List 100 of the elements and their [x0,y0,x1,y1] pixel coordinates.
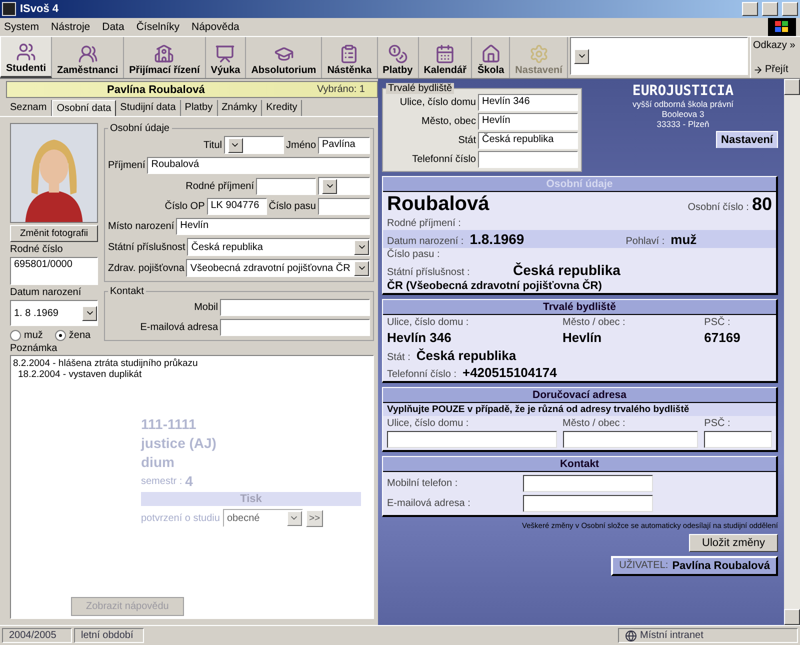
field-label: Číslo pasu [268,201,316,212]
field-label: Ulice, číslo domu : [387,317,470,328]
field-label: Státní příslušnost [108,242,186,252]
school-icon [154,44,174,64]
input-field[interactable] [220,299,370,316]
tab[interactable]: Kredity [262,100,302,116]
dropdown[interactable]: Česká republika [187,238,370,256]
radio-option[interactable]: muž [10,330,43,341]
input-field[interactable] [478,151,578,168]
state-value: Česká republika [416,348,516,363]
menu-item[interactable]: Data [102,21,124,33]
print-header: Tisk [141,492,361,506]
input-field[interactable]: Hevlín 346 [478,94,578,111]
input-field[interactable] [523,495,653,512]
dropdown[interactable] [318,177,370,195]
tab[interactable]: Osobní data [52,100,116,116]
toolbar-button[interactable]: Zaměstnanci [52,37,124,78]
input-field[interactable] [256,178,316,194]
field-label: Datum narození [10,287,82,298]
field-label: Zdrav. pojišťovna [108,262,184,274]
menu-item[interactable]: Nápověda [192,21,240,33]
date-dropdown[interactable]: 1. 8 .1969 [10,300,98,326]
note-label: Poznámka [9,342,58,354]
input-field[interactable]: LK 904776 [206,198,267,215]
address-value: Hevlín 346 [387,330,452,345]
note-field[interactable]: 8.2.2004 - hlášena ztráta studijního průkazu 18.2.2004 - vystaven duplikát 111-1111 justice (AJ) dium semestr : 4 Tisk potvrzení o studiu obecné >> Zobrazit nápovědu [10,355,374,619]
scrollbar[interactable] [784,79,800,625]
school-year: 2004/2005 [2,628,72,643]
field-label: Rodné příjmení : [387,218,461,229]
school-address: 33333 - Plzeň [656,119,710,129]
dropdown[interactable]: obecné [222,509,303,527]
input-field[interactable] [704,431,772,448]
record-name: Pavlína Roubalová [107,84,205,96]
input-field[interactable]: Česká republika [478,132,578,149]
field-label: Datum narození : [387,236,464,247]
dropdown[interactable]: Všeobecná zdravotní pojišťovna ČR [186,259,370,277]
toolbar-button[interactable]: Přijímací řízení [124,37,206,78]
study-field: justice (AJ) [141,435,216,451]
radio-label: muž [24,330,43,341]
note-line: 18.2.2004 - vystaven duplikát [17,369,143,380]
settings-tab[interactable]: Nastavení [716,131,778,148]
field-label: PSČ : [704,317,732,328]
input-field[interactable] [220,319,370,336]
card-header: Doručovací adresa [383,388,776,403]
radio-option[interactable]: žena [54,330,91,341]
toolbar-button[interactable]: Kalendář [418,37,472,78]
semester-label: semestr : [141,476,182,486]
card-header: Osobní údaje [383,177,776,192]
save-button[interactable]: Uložit změny [689,534,778,552]
group-title: Kontakt [108,286,146,297]
field-label: Číslo OP [164,201,205,212]
toolbar-button[interactable]: Absolutorium [246,37,322,78]
field-label: Ulice, číslo domu [400,97,476,108]
input-field[interactable]: Roubalová [147,157,370,174]
flag-logo-icon [768,18,796,36]
print-button[interactable]: >> [306,510,324,526]
field-label: Jméno [286,140,316,150]
group-title: Osobní údaje [108,123,172,134]
field-label: Stát : [387,352,410,363]
note-line: 8.2.2004 - hlášena ztráta studijního průkazu [13,358,199,369]
input-field[interactable]: 695801/0000 [10,257,98,285]
input-field[interactable] [387,431,557,448]
menu-item[interactable]: Číselníky [136,21,180,33]
field-label: Rodné číslo [10,244,64,255]
coins-icon [388,44,408,64]
tab[interactable]: Známky [218,100,262,116]
toolbar-button[interactable]: Studenti [0,37,52,78]
toolbar-button[interactable]: Škola [472,37,510,78]
address-field[interactable] [570,37,748,75]
change-photo-button[interactable]: Změnit fotografii [10,225,98,242]
go-button[interactable]: Přejít [753,64,798,75]
menu-item[interactable]: System [4,21,40,33]
radio-icon[interactable] [10,330,21,341]
input-field[interactable]: Hevlín [176,218,370,235]
field-label: PSČ : [704,418,732,429]
user-label: UŽIVATEL: [619,560,668,572]
menu-item[interactable]: Nástroje [51,21,90,33]
caret-icon [82,306,97,320]
window-title: ISvoš 4 [20,3,60,15]
field-label: Mobil [194,302,218,313]
input-field[interactable] [562,431,698,448]
input-field[interactable]: Pavlína [318,136,370,154]
field-label: Rodné příjmení [186,180,254,192]
clipboard-icon [339,44,360,64]
input-field[interactable] [523,475,653,492]
field-label: E-mailová adresa : [387,498,472,509]
radio-icon[interactable] [54,330,66,341]
toolbar-button[interactable]: Nástěnka [322,37,378,78]
toolbar-button[interactable]: Výuka [206,37,246,78]
links-label[interactable]: Odkazy » [753,40,798,51]
toolbar-button[interactable]: Platby [378,37,419,78]
selected-count: Vybráno: 1 [317,84,365,95]
tab[interactable]: Platby [180,100,218,116]
dropdown[interactable] [224,136,284,154]
address-value: Hevlín [562,330,603,345]
user-name: Pavlína Roubalová [672,560,770,572]
input-field[interactable]: Hevlín [478,113,578,130]
tab[interactable]: Studijní data [116,100,181,116]
card-header: Trvalé bydliště [383,300,776,315]
input-field[interactable] [318,198,370,215]
